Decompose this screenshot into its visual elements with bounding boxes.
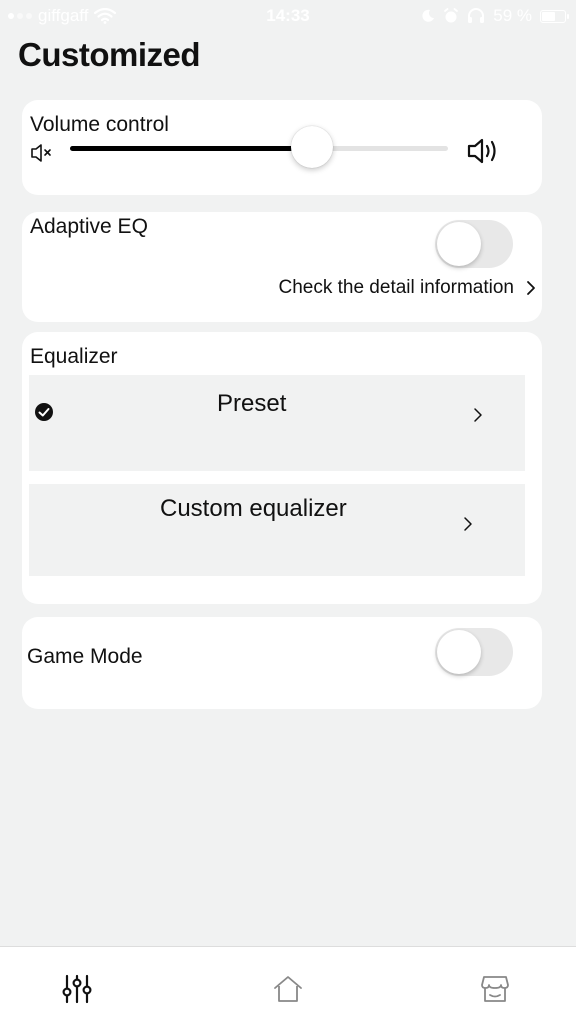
- game-mode-label: Game Mode: [27, 645, 143, 668]
- selected-check-icon: [35, 403, 53, 421]
- alarm-icon: [444, 8, 459, 23]
- toggle-knob: [437, 222, 481, 266]
- game-mode-toggle[interactable]: [435, 628, 513, 676]
- status-bar: giffgaff 14:33 59 %: [0, 0, 576, 32]
- volume-slider-thumb[interactable]: [290, 126, 333, 168]
- adaptive-eq-label: Adaptive EQ: [30, 215, 148, 238]
- store-icon: [481, 976, 509, 1002]
- moon-icon: [422, 9, 435, 22]
- detail-link-label: Check the detail information: [278, 277, 514, 298]
- preset-row[interactable]: Preset: [29, 375, 525, 471]
- tab-home[interactable]: [268, 969, 308, 1009]
- volume-slider-fill: [70, 146, 312, 151]
- preset-label: Preset: [217, 390, 287, 417]
- tab-equalizer[interactable]: [57, 969, 97, 1009]
- volume-slider-track[interactable]: [70, 146, 448, 151]
- mute-icon[interactable]: [30, 142, 56, 164]
- bottom-tab-bar: [0, 946, 576, 1024]
- adaptive-eq-toggle[interactable]: [435, 220, 513, 268]
- headphones-icon: [468, 8, 485, 23]
- tab-store[interactable]: [475, 969, 515, 1009]
- page-title: Customized: [18, 36, 201, 73]
- custom-equalizer-row[interactable]: Custom equalizer: [29, 484, 525, 576]
- adaptive-eq-card: Adaptive EQ: [22, 212, 542, 322]
- battery-icon: [540, 9, 569, 23]
- equalizer-sliders-icon: [62, 974, 92, 1004]
- status-right: 59 %: [421, 6, 569, 26]
- chevron-right-icon: [527, 281, 535, 295]
- volume-label: Volume control: [30, 113, 169, 136]
- toggle-knob: [437, 630, 481, 674]
- chevron-right-icon: [464, 517, 472, 531]
- game-mode-card: Game Mode: [22, 617, 542, 709]
- custom-equalizer-label: Custom equalizer: [160, 495, 347, 522]
- battery-percent: 59 %: [493, 6, 532, 25]
- equalizer-label: Equalizer: [30, 345, 118, 368]
- speaker-icon[interactable]: [466, 137, 502, 165]
- detail-information-link[interactable]: Check the detail information: [278, 277, 536, 299]
- chevron-right-icon: [474, 408, 482, 422]
- home-icon: [274, 976, 302, 1002]
